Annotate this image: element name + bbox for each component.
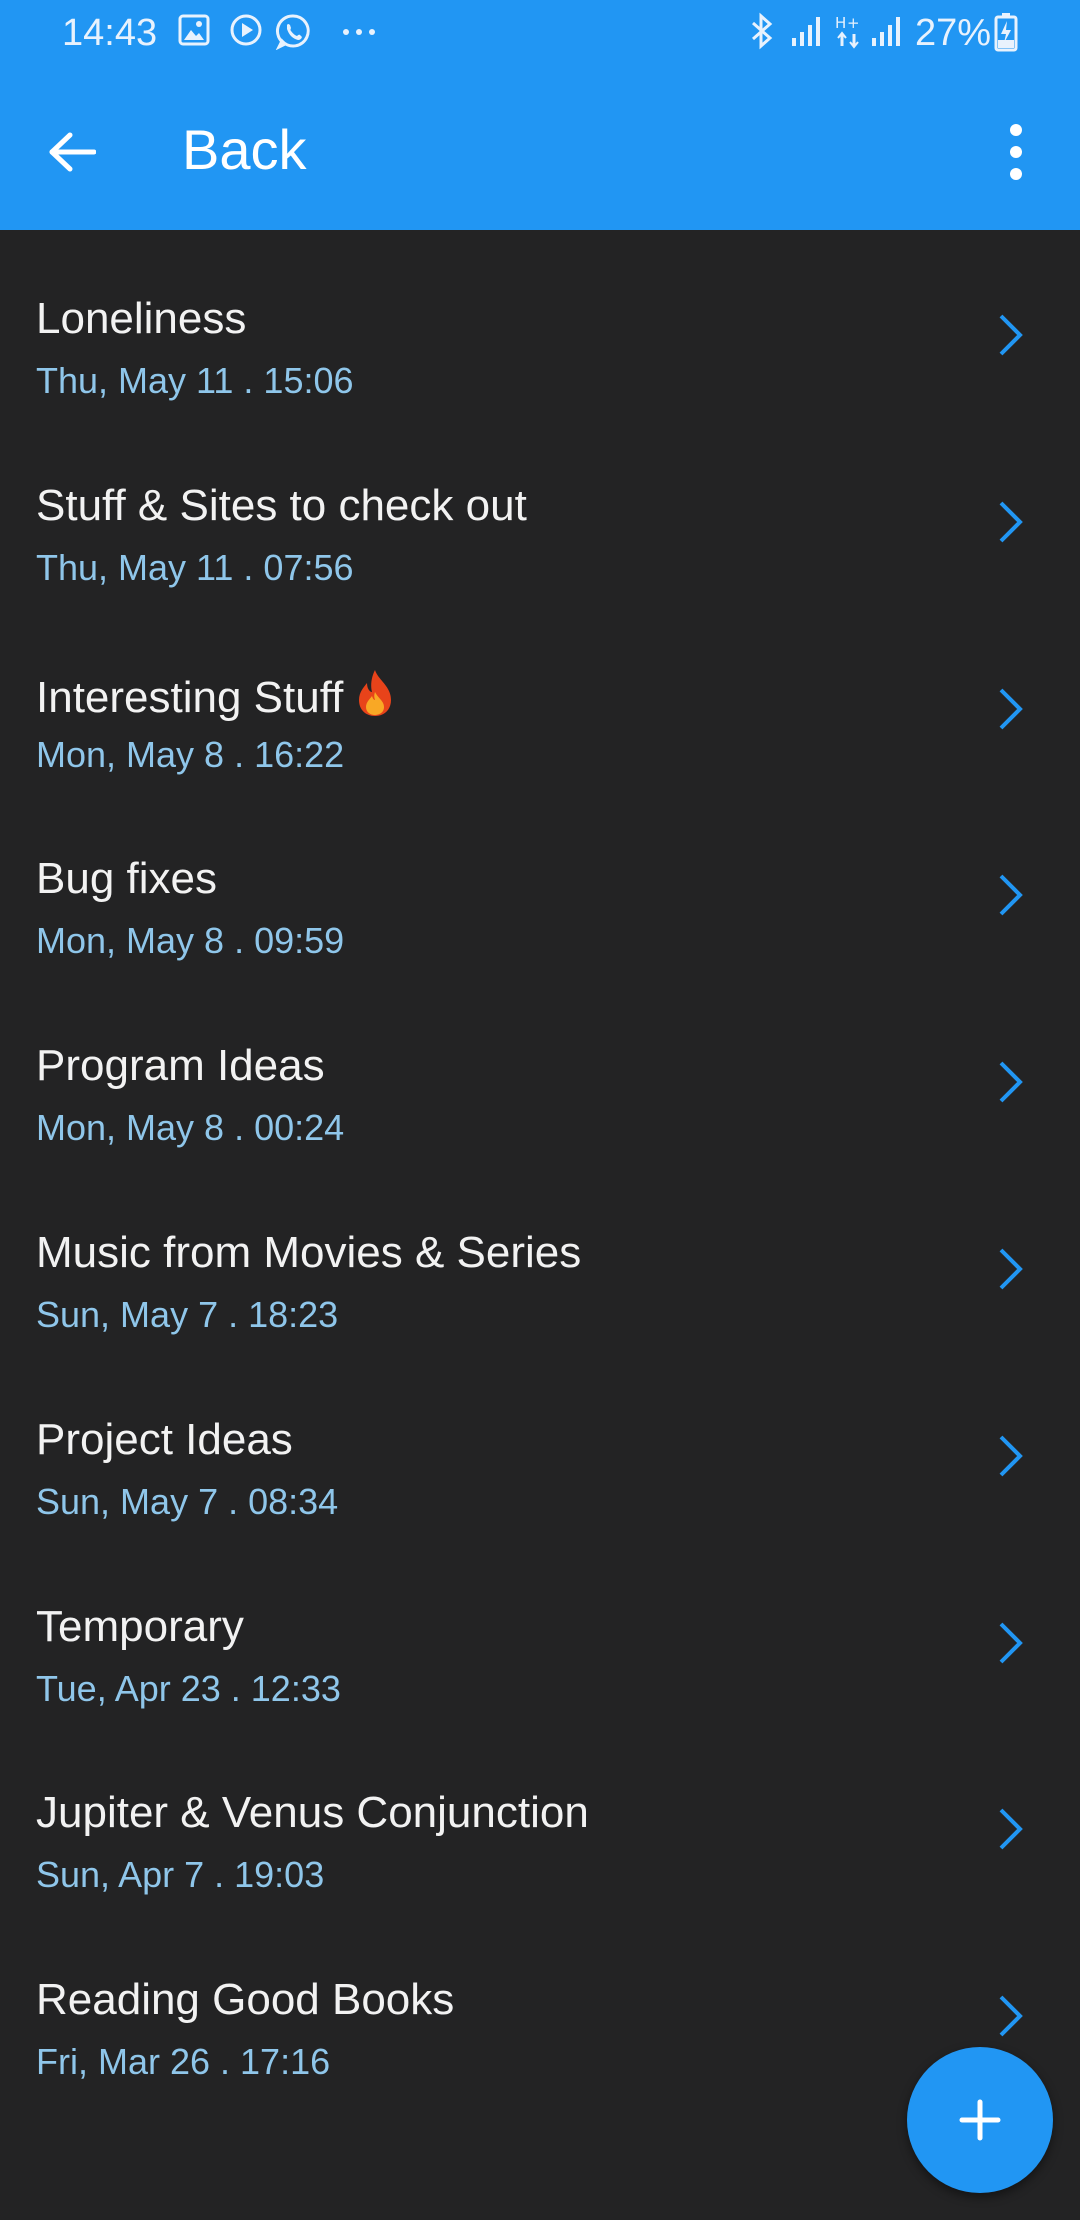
list-item[interactable]: Music from Movies & Series Sun, May 7 . … bbox=[0, 1164, 1080, 1351]
note-date: Sun, May 7 . 18:23 bbox=[36, 1293, 339, 1335]
whatsapp-icon bbox=[275, 14, 310, 50]
list-item[interactable]: Loneliness Thu, May 11 . 15:06 bbox=[0, 230, 1080, 417]
notes-list: Loneliness Thu, May 11 . 15:06 Stuff & S… bbox=[0, 230, 1080, 2098]
note-title: Loneliness bbox=[36, 294, 247, 343]
svg-text:+: + bbox=[847, 14, 860, 32]
note-title: Music from Movies & Series bbox=[36, 1227, 582, 1277]
list-item[interactable]: Temporary Tue, Apr 23 . 12:33 bbox=[0, 1538, 1080, 1725]
svg-text:H: H bbox=[835, 14, 846, 32]
battery-percent: 27% bbox=[915, 12, 992, 54]
chevron-right-icon bbox=[999, 1808, 1023, 1850]
chevron-right-icon bbox=[999, 1995, 1023, 2037]
gallery-icon bbox=[178, 14, 210, 46]
note-date: Fri, Mar 26 . 17:16 bbox=[36, 2041, 331, 2083]
status-bar: 14:43 H + 27% bbox=[0, 0, 1080, 66]
note-date: Tue, Apr 23 . 12:33 bbox=[36, 1667, 341, 1709]
note-date: Sun, Apr 7 . 19:03 bbox=[36, 1854, 325, 1896]
note-date: Sun, May 7 . 08:34 bbox=[36, 1480, 339, 1522]
chevron-right-icon bbox=[999, 688, 1023, 730]
data-icon: H + bbox=[835, 14, 860, 49]
list-item[interactable]: Jupiter & Venus Conjunction Sun, Apr 7 .… bbox=[0, 1724, 1080, 1911]
plus-icon bbox=[959, 2099, 1001, 2141]
chevron-right-icon bbox=[999, 501, 1023, 543]
bluetooth-icon bbox=[752, 12, 773, 50]
more-vertical-icon bbox=[1010, 124, 1022, 180]
note-title-row: Interesting Stuff bbox=[36, 668, 397, 723]
chevron-right-icon bbox=[999, 1435, 1023, 1477]
note-title: Project Ideas bbox=[36, 1414, 293, 1464]
list-item[interactable]: Stuff & Sites to check out Thu, May 11 .… bbox=[0, 417, 1080, 604]
status-time: 14:43 bbox=[62, 12, 158, 54]
list-item[interactable]: Project Ideas Sun, May 7 . 08:34 bbox=[0, 1351, 1080, 1538]
note-date: Mon, May 8 . 16:22 bbox=[36, 733, 345, 775]
signal-icon bbox=[792, 17, 820, 46]
overflow-menu-button[interactable] bbox=[990, 110, 1042, 194]
list-item[interactable]: Interesting Stuff Mon, May 8 . 16:22 bbox=[0, 604, 1080, 791]
play-icon bbox=[230, 14, 262, 46]
signal-icon bbox=[872, 17, 900, 46]
note-title: Program Ideas bbox=[36, 1041, 325, 1091]
note-date: Thu, May 11 . 07:56 bbox=[36, 546, 354, 588]
chevron-right-icon bbox=[999, 1061, 1023, 1103]
chevron-right-icon bbox=[999, 874, 1023, 916]
fire-icon bbox=[359, 669, 392, 716]
list-item[interactable]: Bug fixes Mon, May 8 . 09:59 bbox=[0, 790, 1080, 977]
chevron-right-icon bbox=[999, 1622, 1023, 1663]
note-date: Mon, May 8 . 09:59 bbox=[36, 920, 345, 962]
list-item[interactable]: Reading Good Books Fri, Mar 26 . 17:16 bbox=[0, 1911, 1080, 2098]
note-title: Jupiter & Venus Conjunction bbox=[36, 1788, 589, 1838]
battery-charging-icon bbox=[994, 13, 1018, 52]
top-bar: 14:43 H + 27% Back bbox=[0, 0, 1080, 230]
add-note-button[interactable] bbox=[907, 2047, 1053, 2193]
chevron-right-icon bbox=[999, 314, 1023, 356]
note-date: Thu, May 11 . 15:06 bbox=[36, 360, 354, 401]
note-title: Temporary bbox=[36, 1601, 244, 1651]
note-title: Bug fixes bbox=[36, 854, 217, 904]
note-title: Stuff & Sites to check out bbox=[36, 480, 527, 530]
page-title[interactable]: Back bbox=[182, 112, 307, 188]
more-notifications-icon bbox=[343, 29, 375, 35]
note-date: Mon, May 8 . 00:24 bbox=[36, 1107, 345, 1149]
note-title: Reading Good Books bbox=[36, 1975, 455, 2025]
chevron-right-icon bbox=[999, 1248, 1023, 1290]
arrow-left-icon bbox=[49, 132, 96, 172]
back-button[interactable] bbox=[30, 110, 114, 194]
list-item[interactable]: Program Ideas Mon, May 8 . 00:24 bbox=[0, 977, 1080, 1164]
note-title: Interesting Stuff bbox=[36, 672, 344, 722]
